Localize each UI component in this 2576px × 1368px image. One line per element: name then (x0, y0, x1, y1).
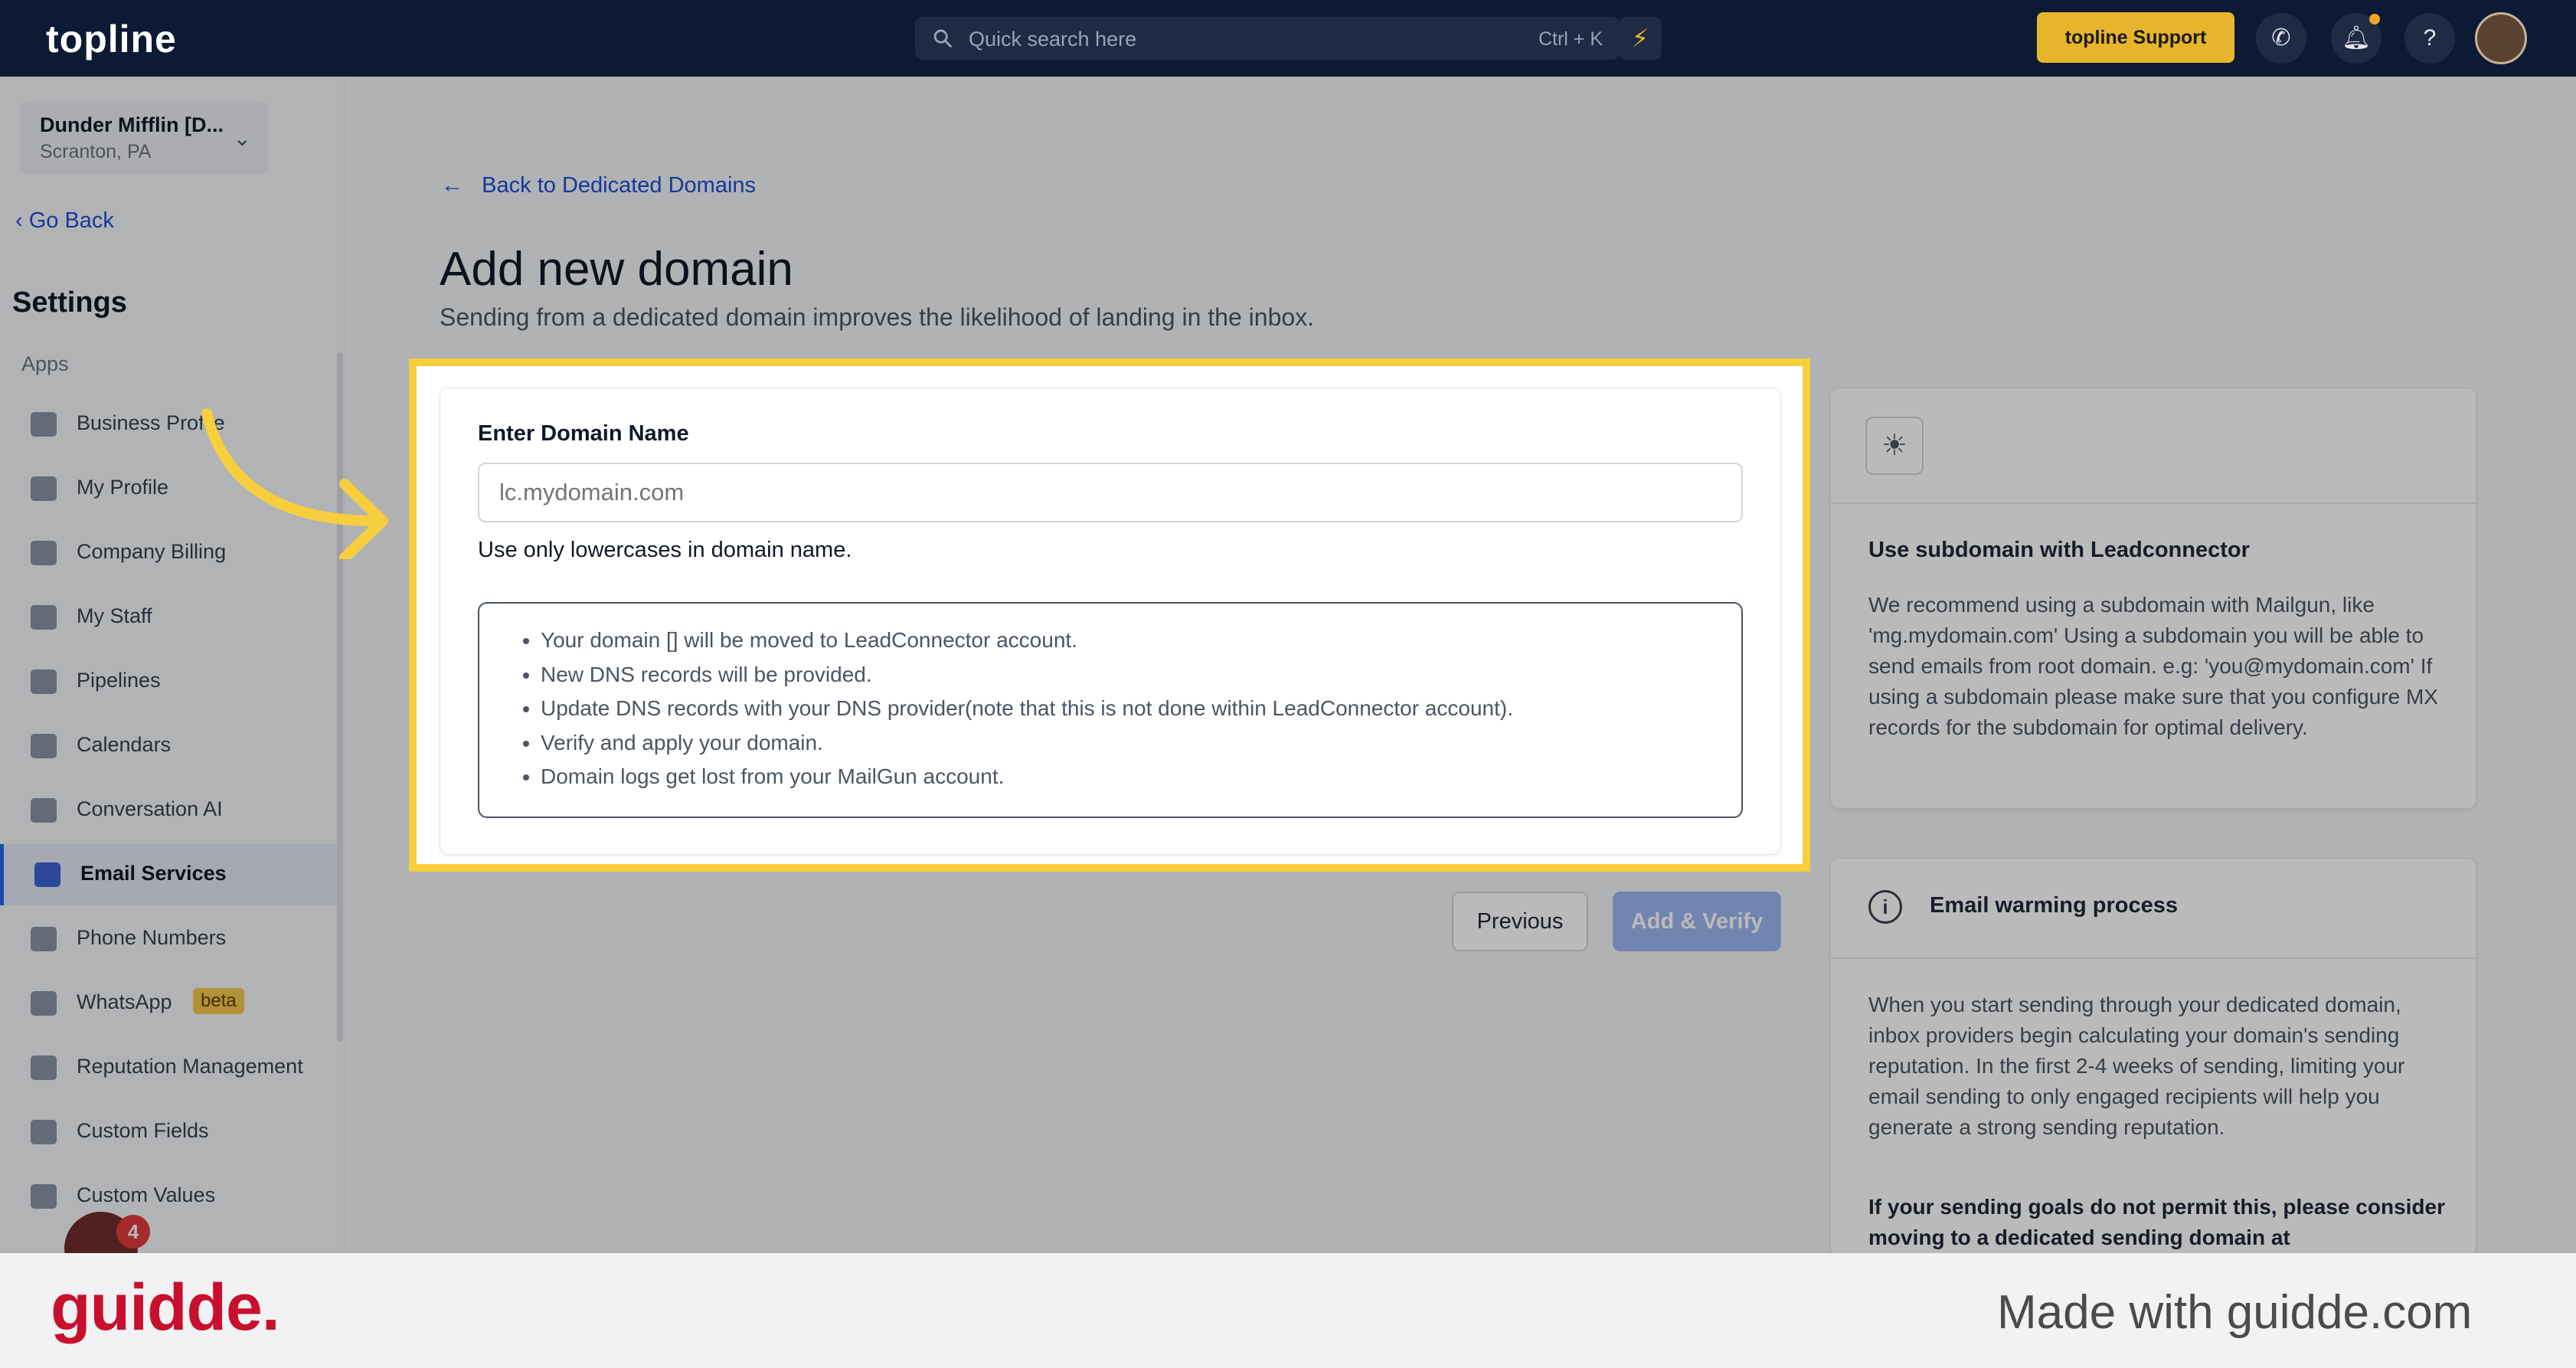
sidebar-item-whatsapp[interactable]: WhatsApp beta (0, 973, 340, 1034)
go-back-label: Go Back (28, 208, 114, 233)
pie-chart-icon (31, 1184, 57, 1209)
domain-hint: Use only lowercases in domain name. (478, 538, 852, 562)
chat-icon (31, 798, 57, 823)
domain-name-input[interactable] (478, 463, 1743, 522)
sidebar-item-label: Custom Fields (77, 1119, 209, 1142)
guidde-logo: guidde. (51, 1271, 280, 1344)
search-placeholder: Quick search here (969, 28, 1137, 51)
divider (1830, 502, 2476, 504)
filter-icon (31, 669, 57, 694)
settings-sidebar: Dunder Mifflin [D... Scranton, PA ⌄ ‹ Go… (0, 77, 345, 1253)
sidebar-item-calendars[interactable]: Calendars (0, 715, 340, 777)
quick-search[interactable]: Quick search here Ctrl + K (915, 17, 1620, 60)
search-icon (933, 29, 952, 47)
note-item: Domain logs get lost from your MailGun a… (541, 760, 1703, 794)
email-warming-title: Email warming process (1930, 893, 2178, 918)
note-item: Update DNS records with your DNS provide… (541, 692, 1703, 726)
sidebar-item-phone-numbers[interactable]: Phone Numbers (0, 908, 340, 970)
lightbulb-icon: ☀︎ (1865, 417, 1924, 475)
user-icon (31, 476, 57, 501)
app-logo[interactable]: topline (46, 17, 177, 61)
sidebar-item-pipelines[interactable]: Pipelines (0, 651, 340, 712)
sidebar-item-label: Phone Numbers (77, 926, 227, 949)
search-shortcut: Ctrl + K (1538, 28, 1603, 50)
add-verify-button[interactable]: Add & Verify (1613, 892, 1781, 951)
page-title: Add new domain (440, 243, 793, 296)
grid-icon (31, 541, 57, 565)
note-item: Verify and apply your domain. (541, 726, 1703, 761)
account-switcher[interactable]: Dunder Mifflin [D... Scranton, PA ⌄ (20, 101, 268, 175)
calendar-icon (31, 734, 57, 758)
beta-badge: beta (193, 988, 244, 1014)
sidebar-item-custom-fields[interactable]: Custom Fields (0, 1101, 340, 1163)
avatar[interactable] (2475, 12, 2527, 64)
sidebar-item-conversation-ai[interactable]: Conversation AI (0, 780, 340, 841)
subdomain-tip-title: Use subdomain with Leadconnector (1868, 538, 2250, 562)
sidebar-item-label: My Staff (77, 604, 152, 627)
arrow-left-icon: ← (441, 173, 482, 198)
account-name: Dunder Mifflin [D... (40, 113, 224, 136)
chat-widget-count: 4 (116, 1215, 150, 1249)
sidebar-item-label: My Profile (77, 476, 169, 499)
back-to-dedicated-domains-link[interactable]: ← Back to Dedicated Domains (441, 173, 756, 198)
email-warming-note: If your sending goals do not permit this… (1868, 1195, 2446, 1249)
briefcase-icon (31, 412, 57, 437)
previous-button[interactable]: Previous (1452, 892, 1588, 951)
mail-icon (34, 862, 60, 887)
bolt-icon[interactable]: ⚡ (1619, 17, 1662, 60)
sidebar-item-label: WhatsApp (77, 990, 172, 1013)
sidebar-item-label: Email Services (80, 862, 227, 885)
sidebar-item-label: Reputation Management (77, 1055, 303, 1078)
note-item: Your domain [] will be moved to LeadConn… (541, 623, 1703, 658)
sidebar-item-label: Custom Values (77, 1183, 216, 1206)
tutorial-arrow-icon (201, 408, 388, 559)
note-item: New DNS records will be provided. (541, 658, 1703, 692)
phone-icon (31, 927, 57, 951)
sidebar-item-my-staff[interactable]: My Staff (0, 587, 340, 648)
help-icon[interactable]: ? (2404, 13, 2455, 64)
email-warming-body: When you start sending through your dedi… (1868, 993, 2405, 1139)
top-bar: topline Quick search here Ctrl + K ⚡ top… (0, 0, 2576, 77)
sidebar-item-custom-values[interactable]: Custom Values (0, 1166, 340, 1227)
sidebar-item-email-services[interactable]: Email Services (0, 844, 340, 905)
back-link-label: Back to Dedicated Domains (482, 173, 757, 198)
sidebar-item-label: Conversation AI (77, 797, 223, 820)
divider (1830, 957, 2476, 959)
edit-icon (31, 1120, 57, 1144)
sidebar-item-label: Calendars (77, 733, 172, 756)
info-icon: i (1868, 890, 1902, 924)
subdomain-tip-body: We recommend using a subdomain with Mail… (1868, 593, 2438, 739)
domain-field-label: Enter Domain Name (478, 421, 689, 446)
chevron-left-icon: ‹ (15, 208, 29, 233)
phone-icon[interactable]: ✆ (2256, 13, 2306, 64)
settings-title: Settings (12, 286, 127, 319)
go-back-link[interactable]: ‹ Go Back (15, 208, 114, 234)
section-label: Apps (21, 352, 69, 375)
staff-icon (31, 605, 57, 630)
made-with-text: Made with guidde.com (1997, 1286, 2473, 1339)
domain-notes-box: Your domain [] will be moved to LeadConn… (478, 602, 1743, 818)
support-button[interactable]: topline Support (2037, 12, 2234, 63)
page-subtitle: Sending from a dedicated domain improves… (440, 303, 1315, 331)
notification-dot (2369, 14, 2380, 25)
sidebar-item-reputation-management[interactable]: Reputation Management (0, 1037, 340, 1098)
whatsapp-icon (31, 991, 57, 1016)
chevron-down-icon: ⌄ (233, 126, 251, 150)
star-icon (31, 1055, 57, 1080)
account-location: Scranton, PA (40, 141, 152, 162)
sidebar-item-label: Pipelines (77, 669, 161, 692)
